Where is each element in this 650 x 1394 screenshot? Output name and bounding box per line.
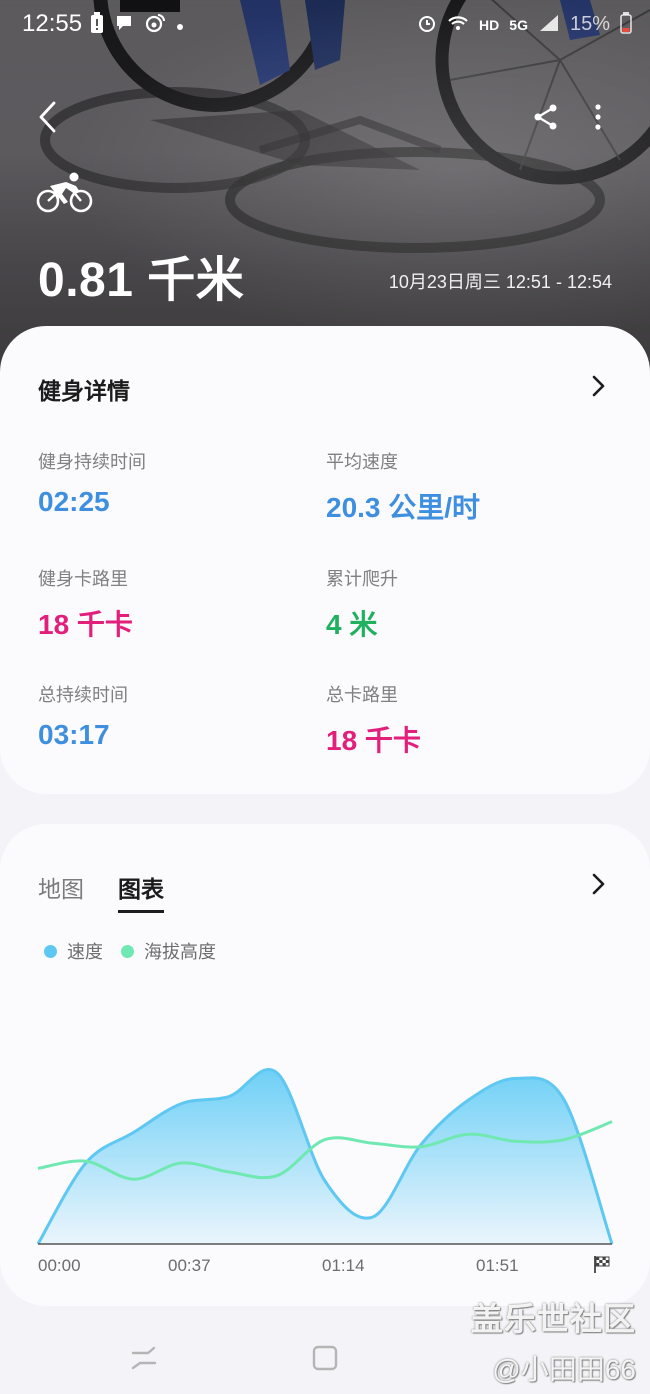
stat-label: 健身卡路里	[38, 569, 128, 589]
stat-elevation-gain: 累计爬升 4 米	[326, 565, 398, 643]
stat-workout-calories: 健身卡路里 18 千卡	[38, 565, 133, 643]
speed-area	[38, 1069, 612, 1244]
stat-value: 03:17	[38, 719, 110, 750]
chart-expand-button[interactable]	[584, 870, 612, 898]
recent-apps-icon	[131, 1346, 157, 1370]
stat-label: 累计爬升	[326, 569, 398, 589]
signal-icon	[538, 14, 560, 35]
share-icon	[534, 104, 557, 130]
recent-apps-button[interactable]	[124, 1338, 164, 1378]
back-arrow-icon	[39, 101, 56, 133]
battery-alert-icon	[90, 12, 104, 39]
stat-workout-duration: 健身持续时间 02:25	[38, 448, 146, 518]
x-tick-label: 00:37	[168, 1256, 211, 1275]
stat-label: 总持续时间	[38, 685, 128, 705]
more-options-button[interactable]	[576, 95, 620, 139]
watermark-line2: @小田田66	[492, 1354, 636, 1385]
weibo-icon	[144, 13, 166, 38]
home-icon	[312, 1345, 338, 1371]
wifi-icon	[447, 14, 469, 35]
distance-value: 0.81 千米	[38, 254, 245, 307]
legend-dot	[44, 944, 57, 958]
stat-value: 20.3 公里/时	[326, 492, 481, 523]
5g-label: 5G	[509, 16, 528, 33]
tab-chart[interactable]: 图表	[118, 870, 164, 913]
stat-value: 4 米	[326, 609, 378, 640]
cycling-icon	[36, 172, 94, 219]
battery-level: 15%	[569, 13, 610, 35]
stat-label: 健身持续时间	[38, 452, 146, 472]
chart-tabs: 地图 图表	[38, 870, 164, 913]
stat-value: 02:25	[38, 486, 110, 517]
x-tick-label: 00:00	[38, 1256, 81, 1275]
status-time: 12:55	[22, 10, 83, 37]
battery-icon	[620, 12, 632, 37]
legend-speed: 速度	[44, 938, 103, 964]
hd-label: HD	[479, 16, 500, 33]
share-button[interactable]	[524, 95, 568, 139]
notification-icon	[114, 13, 134, 38]
stat-label: 平均速度	[326, 452, 398, 472]
legend-label: 速度	[67, 942, 103, 962]
chart-legend: 速度 海拔高度	[44, 938, 216, 964]
watermark-line1: 盖乐世社区	[470, 1301, 636, 1337]
tab-map[interactable]: 地图	[38, 870, 84, 913]
hero-banner: 12:55 HD 5G 15% 0.81 千米 10月23日周三 12:51 -…	[0, 0, 650, 380]
stat-average-speed: 平均速度 20.3 公里/时	[326, 448, 480, 526]
chevron-right-icon	[592, 375, 605, 397]
legend-dot	[121, 944, 134, 958]
status-right-icons: HD 5G 15%	[417, 12, 632, 37]
details-title: 健身详情	[38, 378, 130, 404]
alarm-icon	[417, 13, 437, 36]
x-tick-label: 01:51	[476, 1256, 519, 1275]
x-tick-label: 01:14	[322, 1256, 365, 1275]
legend-label: 海拔高度	[144, 942, 216, 962]
speed-altitude-chart	[36, 1068, 614, 1245]
stat-label: 总卡路里	[326, 685, 398, 705]
chart-card: 地图 图表 速度 海拔高度 00:00 00:37 01:14 01:51	[0, 824, 650, 1306]
home-button[interactable]	[305, 1338, 345, 1378]
stat-value: 18 千卡	[38, 609, 133, 640]
legend-altitude: 海拔高度	[121, 938, 216, 964]
chevron-right-icon	[592, 873, 605, 895]
workout-datetime: 10月23日周三 12:51 - 12:54	[388, 272, 612, 292]
stat-value: 18 千卡	[326, 725, 421, 756]
more-vertical-icon	[595, 104, 601, 130]
dot-icon	[176, 15, 184, 36]
status-left-icons	[90, 12, 184, 39]
status-bar: 12:55 HD 5G 15%	[0, 0, 650, 50]
stat-total-duration: 总持续时间 03:17	[38, 681, 128, 751]
details-expand-button[interactable]	[584, 372, 612, 400]
stat-total-calories: 总卡路里 18 千卡	[326, 681, 421, 759]
finish-flag-icon	[592, 1254, 612, 1279]
workout-details-card: 健身详情 健身持续时间 02:25 平均速度 20.3 公里/时 健身卡路里 1…	[0, 326, 650, 794]
watermark: 盖乐世社区 @小田田66	[471, 1294, 636, 1388]
back-button[interactable]	[26, 95, 70, 139]
